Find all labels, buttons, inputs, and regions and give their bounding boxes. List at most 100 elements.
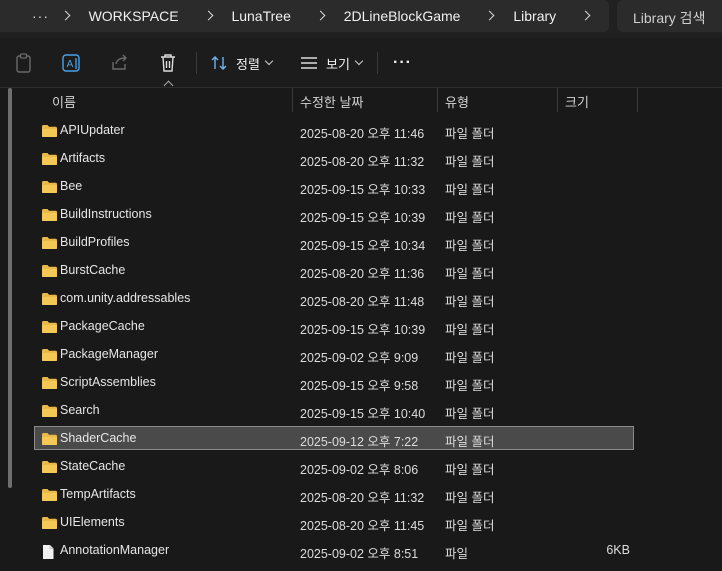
folder-row[interactable]: PackageManager 2025-09-02 오후 9:09 파일 폴더 (34, 342, 634, 366)
more-icon: ··· (393, 54, 412, 71)
item-modified: 2025-09-02 오후 8:06 (300, 463, 419, 477)
scrollbar[interactable] (8, 88, 12, 488)
item-type: 파일 폴더 (445, 127, 495, 141)
folder-row[interactable]: BurstCache 2025-08-20 오후 11:36 파일 폴더 (34, 258, 634, 282)
breadcrumb-item-workspace[interactable]: WORKSPACE (89, 8, 179, 24)
folder-row[interactable]: ShaderCache 2025-09-12 오후 7:22 파일 폴더 (34, 426, 634, 450)
folder-row[interactable]: StateCache 2025-09-02 오후 8:06 파일 폴더 (34, 454, 634, 478)
item-name: StateCache (60, 459, 126, 473)
column-type[interactable]: 유형 (445, 92, 469, 111)
chevron-right-icon (315, 10, 327, 22)
folder-row[interactable]: TempArtifacts 2025-08-20 오후 11:32 파일 폴더 (34, 482, 634, 506)
folder-row[interactable]: ScriptAssemblies 2025-09-15 오후 9:58 파일 폴더 (34, 370, 634, 394)
share-icon (110, 53, 130, 73)
folder-icon (41, 516, 58, 533)
sort-button[interactable]: 정렬 (210, 50, 274, 76)
item-type: 파일 폴더 (445, 295, 495, 309)
item-modified: 2025-08-20 오후 11:32 (300, 491, 425, 505)
item-type: 파일 폴더 (445, 183, 495, 197)
paste-button[interactable] (14, 50, 34, 76)
item-modified: 2025-09-02 오후 8:51 (300, 547, 419, 561)
folder-icon (41, 376, 58, 393)
item-type: 파일 폴더 (445, 491, 495, 505)
folder-icon (41, 124, 58, 141)
sort-label: 정렬 (236, 56, 260, 72)
folder-row[interactable]: APIUpdater 2025-08-20 오후 11:46 파일 폴더 (34, 118, 634, 142)
rename-icon: A (61, 52, 83, 74)
item-modified: 2025-08-20 오후 11:32 (300, 155, 425, 169)
toolbar-divider (377, 52, 378, 74)
column-divider[interactable] (557, 88, 558, 112)
item-name: PackageManager (60, 347, 158, 361)
item-name: BurstCache (60, 263, 126, 277)
file-row[interactable]: AnnotationManager 2025-09-02 오후 8:51 파일 6KB (34, 538, 634, 562)
item-modified: 2025-09-15 오후 9:58 (300, 379, 419, 393)
folder-row[interactable]: Artifacts 2025-08-20 오후 11:32 파일 폴더 (34, 146, 634, 170)
item-name: ShaderCache (60, 431, 137, 445)
folder-row[interactable]: PackageCache 2025-09-15 오후 10:39 파일 폴더 (34, 314, 634, 338)
folder-row[interactable]: Bee 2025-09-15 오후 10:33 파일 폴더 (34, 174, 634, 198)
folder-icon (41, 180, 58, 197)
column-divider[interactable] (437, 88, 438, 112)
folder-row[interactable]: com.unity.addressables 2025-08-20 오후 11:4… (34, 286, 634, 310)
item-type: 파일 폴더 (445, 211, 495, 225)
breadcrumb-item-project[interactable]: 2DLineBlockGame (344, 8, 461, 24)
breadcrumb-item-lunatree[interactable]: LunaTree (231, 8, 290, 24)
column-divider[interactable] (637, 88, 638, 112)
column-divider[interactable] (292, 88, 293, 112)
column-size[interactable]: 크기 (565, 92, 589, 111)
item-modified: 2025-09-15 오후 10:39 (300, 323, 426, 337)
breadcrumb[interactable]: ··· WORKSPACE LunaTree 2DLineBlockGame L… (0, 0, 609, 32)
folder-row[interactable]: Search 2025-09-15 오후 10:40 파일 폴더 (34, 398, 634, 422)
folder-row[interactable]: BuildProfiles 2025-09-15 오후 10:34 파일 폴더 (34, 230, 634, 254)
rename-button[interactable]: A (61, 50, 83, 76)
item-type: 파일 폴더 (445, 351, 495, 365)
share-button[interactable] (110, 50, 130, 76)
folder-icon (41, 236, 58, 253)
svg-text:A: A (67, 59, 74, 70)
search-input[interactable]: Library 검색 (617, 0, 722, 32)
item-size: 6KB (606, 543, 630, 557)
view-icon (300, 54, 318, 72)
command-bar: A 정렬 보기 ··· (0, 38, 722, 88)
chevron-right-icon[interactable] (580, 10, 592, 22)
item-modified: 2025-08-20 오후 11:45 (300, 519, 425, 533)
item-modified: 2025-09-15 오후 10:33 (300, 183, 426, 197)
breadcrumb-item-library[interactable]: Library (513, 8, 556, 24)
item-type: 파일 폴더 (445, 155, 495, 169)
folder-icon (41, 264, 58, 281)
folder-row[interactable]: UIElements 2025-08-20 오후 11:45 파일 폴더 (34, 510, 634, 534)
chevron-down-icon (264, 56, 274, 66)
item-type: 파일 폴더 (445, 407, 495, 421)
delete-button[interactable] (158, 50, 178, 76)
column-name[interactable]: 이름 (52, 92, 76, 111)
view-button[interactable]: 보기 (300, 50, 364, 76)
item-modified: 2025-09-15 오후 10:39 (300, 211, 426, 225)
folder-icon (41, 404, 58, 421)
chevron-right-icon (60, 10, 72, 22)
clipboard-icon (14, 52, 34, 74)
item-modified: 2025-09-02 오후 9:09 (300, 351, 419, 365)
folder-icon (41, 348, 58, 365)
folder-row[interactable]: BuildInstructions 2025-09-15 오후 10:39 파일 폴… (34, 202, 634, 226)
view-label: 보기 (326, 56, 350, 72)
chevron-right-icon (484, 10, 496, 22)
folder-icon (41, 460, 58, 477)
more-options-button[interactable]: ··· (393, 50, 412, 76)
item-type: 파일 (445, 547, 469, 561)
item-name: Search (60, 403, 100, 417)
item-name: Bee (60, 179, 83, 193)
breadcrumb-overflow-button[interactable]: ··· (32, 8, 60, 24)
chevron-right-icon (203, 10, 215, 22)
item-modified: 2025-08-20 오후 11:48 (300, 295, 425, 309)
delete-icon (158, 53, 178, 73)
folder-icon (41, 320, 58, 337)
item-type: 파일 폴더 (445, 267, 495, 281)
file-list: 이름 수정한 날짜 유형 크기 APIUpdater 2025-08-20 오후 … (0, 80, 722, 571)
item-name: BuildProfiles (60, 235, 130, 249)
folder-icon (41, 152, 58, 169)
item-name: ScriptAssemblies (60, 375, 156, 389)
folder-icon (41, 208, 58, 225)
column-modified[interactable]: 수정한 날짜 (300, 92, 363, 111)
item-name: APIUpdater (60, 123, 125, 137)
